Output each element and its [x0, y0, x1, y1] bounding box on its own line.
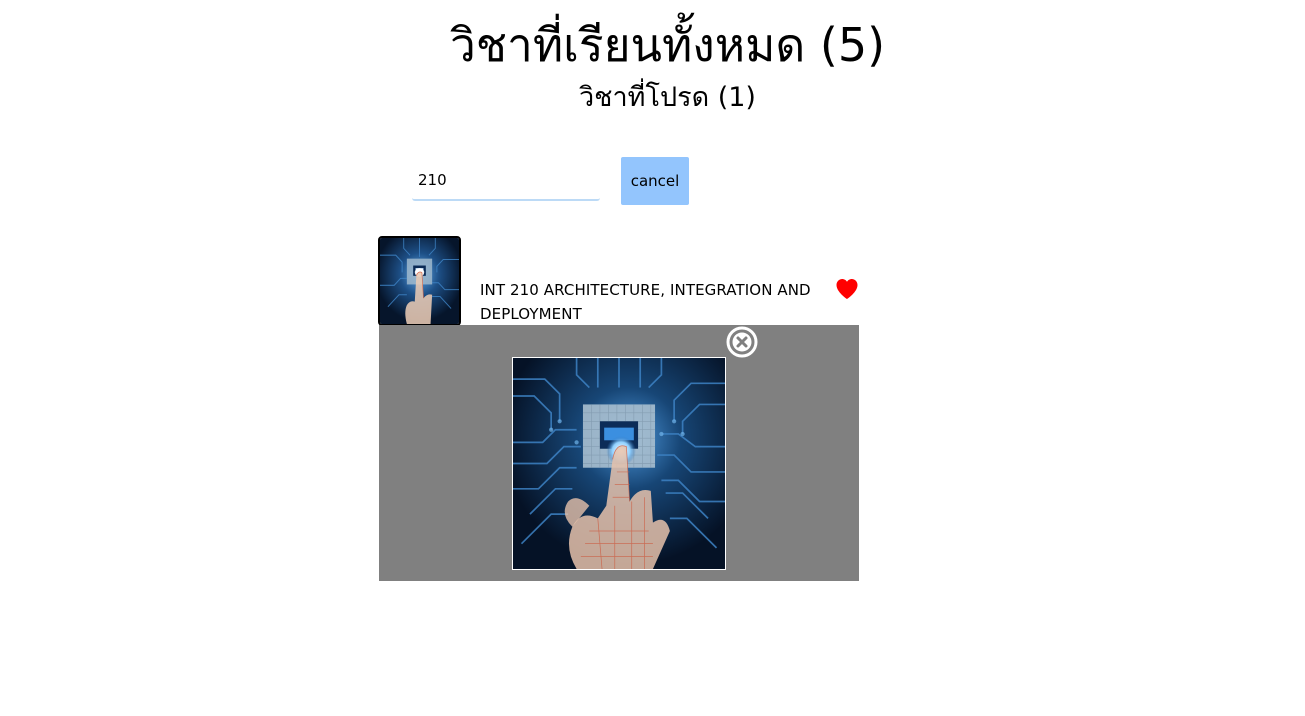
page: วิชาที่เรียนทั้งหมด (5) วิชาที่โปรด (1) …	[0, 0, 1305, 716]
favorite-courses-title: วิชาที่โปรด (1)	[579, 82, 756, 113]
search-input[interactable]	[412, 161, 600, 201]
course-image-large	[512, 357, 726, 570]
circuit-chip-hand-image	[513, 358, 725, 569]
close-icon[interactable]	[725, 325, 759, 359]
circuit-chip-hand-image	[380, 238, 459, 324]
heart-icon[interactable]	[835, 278, 859, 300]
course-thumbnail[interactable]	[378, 236, 461, 326]
all-courses-title: วิชาที่เรียนทั้งหมด (5)	[449, 18, 886, 72]
course-name: INT 210 ARCHITECTURE, INTEGRATION AND DE…	[480, 281, 811, 323]
cancel-button[interactable]: cancel	[621, 157, 689, 205]
